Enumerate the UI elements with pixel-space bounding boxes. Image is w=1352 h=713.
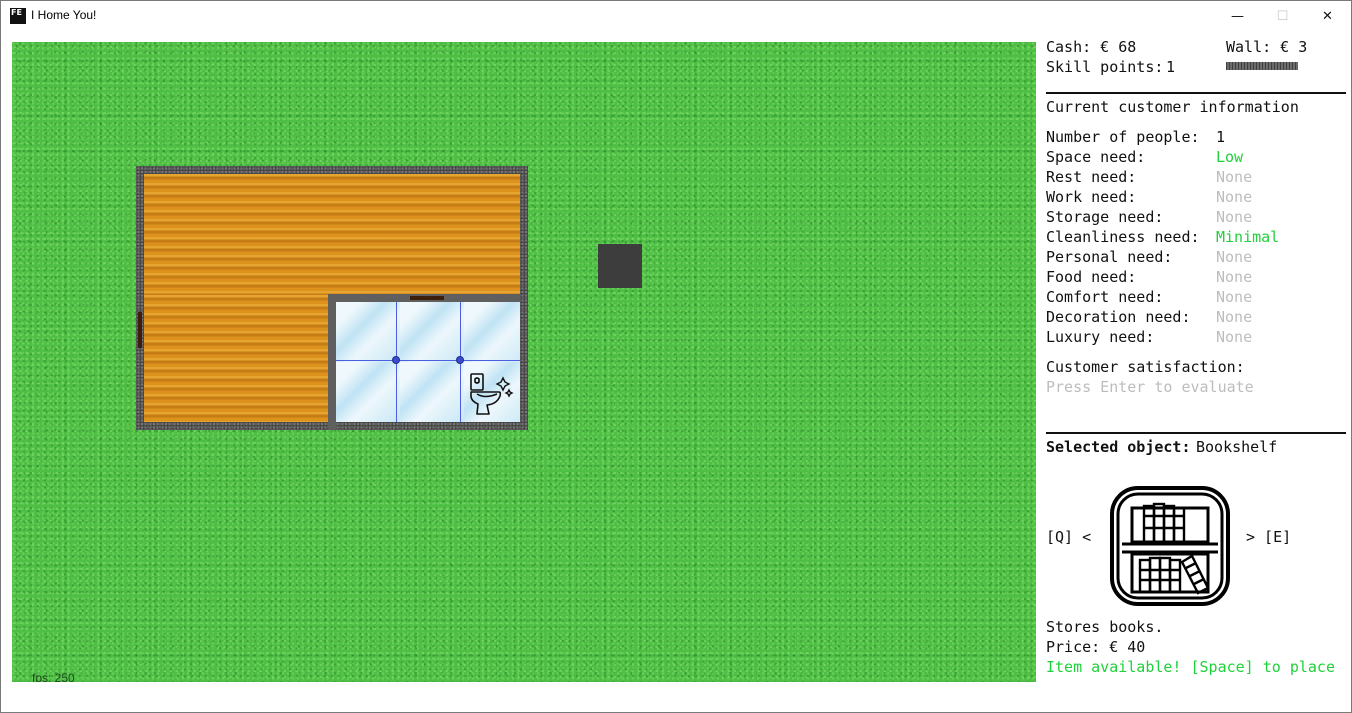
need-label: Space need: [1046, 148, 1146, 166]
sparkle-icon [495, 376, 514, 398]
need-value: None [1216, 188, 1253, 206]
close-button[interactable]: ✕ [1305, 1, 1350, 31]
title-bar[interactable]: FE I Home You! — ☐ ✕ [1, 1, 1351, 31]
fps-counter: fps: 250 [32, 671, 75, 682]
placement-grid-node [456, 356, 464, 364]
skill-points-value: 1 [1166, 58, 1176, 76]
need-label: Work need: [1046, 188, 1137, 206]
need-label: Rest need: [1046, 168, 1137, 186]
toilet-icon[interactable] [467, 370, 515, 418]
need-value: None [1216, 268, 1253, 286]
next-object-button[interactable]: > [E] [1246, 527, 1291, 547]
need-value: None [1216, 248, 1253, 266]
object-price: Price: € 40 [1046, 638, 1146, 656]
need-label: Cleanliness need: [1046, 228, 1200, 246]
need-value: None [1216, 168, 1253, 186]
divider [1046, 432, 1346, 434]
satisfaction-hint: Press Enter to evaluate [1046, 378, 1254, 396]
bookshelf-icon [1110, 486, 1230, 606]
need-value: None [1216, 288, 1253, 306]
front-door [138, 312, 142, 348]
wood-floor-upper [144, 174, 520, 295]
wall-cost-display: Wall: € 3 [1226, 38, 1308, 56]
divider [1046, 92, 1346, 94]
customer-info-heading: Current customer information [1046, 98, 1299, 116]
previous-object-button[interactable]: [Q] < [1046, 527, 1091, 547]
game-window: FE I Home You! — ☐ ✕ fps: 250 Cash: € 68… [0, 0, 1352, 713]
need-value: None [1216, 308, 1253, 326]
maximize-button[interactable]: ☐ [1260, 1, 1305, 31]
skill-points-label: Skill points: [1046, 58, 1164, 76]
need-label: Storage need: [1046, 208, 1164, 226]
need-value: 1 [1216, 128, 1226, 146]
satisfaction-label: Customer satisfaction: [1046, 358, 1245, 376]
need-label: Decoration need: [1046, 308, 1191, 326]
wall-texture-swatch [1226, 62, 1298, 70]
object-description: Stores books. [1046, 618, 1164, 636]
need-value: None [1216, 208, 1253, 226]
app-icon: FE [10, 8, 26, 24]
need-label: Food need: [1046, 268, 1137, 286]
need-label: Comfort need: [1046, 288, 1164, 306]
need-label: Number of people: [1046, 128, 1200, 146]
placement-grid-node [392, 356, 400, 364]
wood-floor-lower [144, 295, 328, 422]
stone-block [598, 244, 642, 288]
bathroom-wall-vertical [328, 294, 336, 430]
need-label: Personal need: [1046, 248, 1173, 266]
need-value: Low [1216, 148, 1244, 166]
game-viewport[interactable]: fps: 250 [12, 42, 1036, 682]
placement-grid-line [336, 360, 520, 361]
need-value: Minimal [1216, 228, 1280, 246]
bathroom-door [410, 296, 444, 300]
need-label: Luxury need: [1046, 328, 1155, 346]
minimize-button[interactable]: — [1215, 1, 1260, 31]
selected-object-label: Selected object: [1046, 438, 1191, 456]
cash-display: Cash: € 68 [1046, 38, 1137, 56]
window-title: I Home You! [31, 8, 97, 22]
selected-object-name: Bookshelf [1196, 438, 1278, 456]
need-value: None [1216, 328, 1253, 346]
availability-status: Item available! [Space] to place [1046, 658, 1335, 676]
